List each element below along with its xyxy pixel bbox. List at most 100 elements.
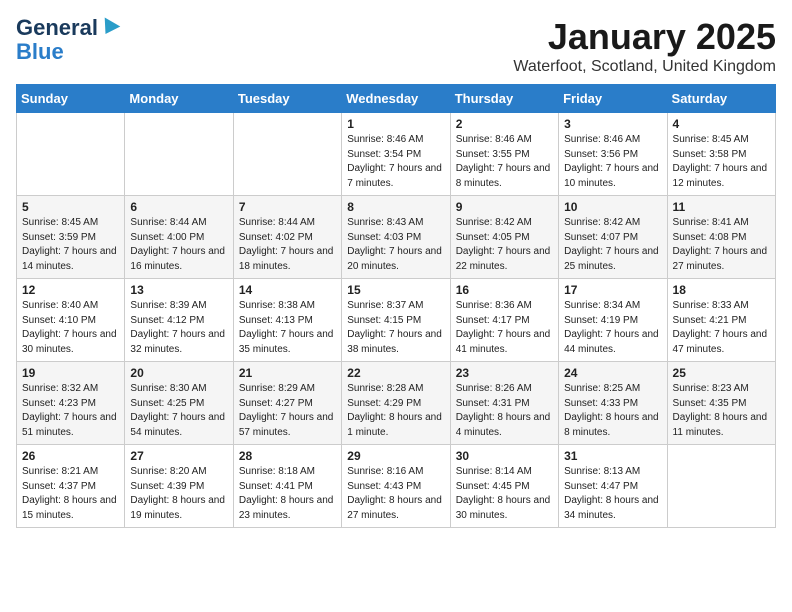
day-number: 26 (22, 449, 119, 463)
calendar-body: 1 Sunrise: 8:46 AMSunset: 3:54 PMDayligh… (17, 113, 776, 528)
calendar-cell: 18 Sunrise: 8:33 AMSunset: 4:21 PMDaylig… (667, 279, 775, 362)
calendar-week-row: 26 Sunrise: 8:21 AMSunset: 4:37 PMDaylig… (17, 445, 776, 528)
calendar-cell: 11 Sunrise: 8:41 AMSunset: 4:08 PMDaylig… (667, 196, 775, 279)
day-header: Friday (559, 85, 667, 113)
day-info: Sunrise: 8:16 AMSunset: 4:43 PMDaylight:… (347, 465, 444, 523)
day-info: Sunrise: 8:44 AMSunset: 4:00 PMDaylight:… (130, 216, 227, 274)
day-info: Sunrise: 8:38 AMSunset: 4:13 PMDaylight:… (239, 299, 336, 357)
calendar-cell: 21 Sunrise: 8:29 AMSunset: 4:27 PMDaylig… (233, 362, 341, 445)
logo-text-blue: Blue (16, 40, 64, 64)
calendar-cell: 16 Sunrise: 8:36 AMSunset: 4:17 PMDaylig… (450, 279, 558, 362)
day-info: Sunrise: 8:46 AMSunset: 3:55 PMDaylight:… (456, 133, 553, 191)
day-number: 19 (22, 366, 119, 380)
calendar-cell: 4 Sunrise: 8:45 AMSunset: 3:58 PMDayligh… (667, 113, 775, 196)
calendar-cell: 3 Sunrise: 8:46 AMSunset: 3:56 PMDayligh… (559, 113, 667, 196)
day-info: Sunrise: 8:33 AMSunset: 4:21 PMDaylight:… (673, 299, 770, 357)
day-header: Saturday (667, 85, 775, 113)
calendar-header-row: SundayMondayTuesdayWednesdayThursdayFrid… (17, 85, 776, 113)
day-header: Monday (125, 85, 233, 113)
day-number: 2 (456, 117, 553, 131)
day-info: Sunrise: 8:45 AMSunset: 3:58 PMDaylight:… (673, 133, 770, 191)
day-number: 17 (564, 283, 661, 297)
logo: General Blue (16, 16, 118, 64)
day-number: 24 (564, 366, 661, 380)
day-number: 20 (130, 366, 227, 380)
day-number: 4 (673, 117, 770, 131)
day-number: 13 (130, 283, 227, 297)
day-header: Tuesday (233, 85, 341, 113)
calendar-cell: 1 Sunrise: 8:46 AMSunset: 3:54 PMDayligh… (342, 113, 450, 196)
day-info: Sunrise: 8:42 AMSunset: 4:05 PMDaylight:… (456, 216, 553, 274)
calendar-cell: 19 Sunrise: 8:32 AMSunset: 4:23 PMDaylig… (17, 362, 125, 445)
day-info: Sunrise: 8:34 AMSunset: 4:19 PMDaylight:… (564, 299, 661, 357)
logo-text: General (16, 16, 98, 40)
day-number: 10 (564, 200, 661, 214)
calendar-cell: 22 Sunrise: 8:28 AMSunset: 4:29 PMDaylig… (342, 362, 450, 445)
calendar-week-row: 19 Sunrise: 8:32 AMSunset: 4:23 PMDaylig… (17, 362, 776, 445)
calendar-cell (233, 113, 341, 196)
day-info: Sunrise: 8:26 AMSunset: 4:31 PMDaylight:… (456, 382, 553, 440)
day-info: Sunrise: 8:46 AMSunset: 3:54 PMDaylight:… (347, 133, 444, 191)
day-info: Sunrise: 8:14 AMSunset: 4:45 PMDaylight:… (456, 465, 553, 523)
calendar-cell: 12 Sunrise: 8:40 AMSunset: 4:10 PMDaylig… (17, 279, 125, 362)
calendar-cell: 10 Sunrise: 8:42 AMSunset: 4:07 PMDaylig… (559, 196, 667, 279)
day-number: 15 (347, 283, 444, 297)
day-number: 8 (347, 200, 444, 214)
calendar-week-row: 5 Sunrise: 8:45 AMSunset: 3:59 PMDayligh… (17, 196, 776, 279)
day-info: Sunrise: 8:21 AMSunset: 4:37 PMDaylight:… (22, 465, 119, 523)
calendar-cell: 13 Sunrise: 8:39 AMSunset: 4:12 PMDaylig… (125, 279, 233, 362)
day-info: Sunrise: 8:20 AMSunset: 4:39 PMDaylight:… (130, 465, 227, 523)
day-header: Wednesday (342, 85, 450, 113)
day-number: 12 (22, 283, 119, 297)
day-info: Sunrise: 8:23 AMSunset: 4:35 PMDaylight:… (673, 382, 770, 440)
calendar-cell: 31 Sunrise: 8:13 AMSunset: 4:47 PMDaylig… (559, 445, 667, 528)
calendar-week-row: 12 Sunrise: 8:40 AMSunset: 4:10 PMDaylig… (17, 279, 776, 362)
day-info: Sunrise: 8:40 AMSunset: 4:10 PMDaylight:… (22, 299, 119, 357)
day-number: 29 (347, 449, 444, 463)
day-number: 28 (239, 449, 336, 463)
day-info: Sunrise: 8:39 AMSunset: 4:12 PMDaylight:… (130, 299, 227, 357)
day-info: Sunrise: 8:44 AMSunset: 4:02 PMDaylight:… (239, 216, 336, 274)
calendar-cell: 7 Sunrise: 8:44 AMSunset: 4:02 PMDayligh… (233, 196, 341, 279)
day-header: Thursday (450, 85, 558, 113)
day-number: 1 (347, 117, 444, 131)
day-header: Sunday (17, 85, 125, 113)
day-number: 3 (564, 117, 661, 131)
calendar-cell: 15 Sunrise: 8:37 AMSunset: 4:15 PMDaylig… (342, 279, 450, 362)
day-info: Sunrise: 8:46 AMSunset: 3:56 PMDaylight:… (564, 133, 661, 191)
calendar-cell: 17 Sunrise: 8:34 AMSunset: 4:19 PMDaylig… (559, 279, 667, 362)
month-title: January 2025 (513, 16, 776, 58)
day-info: Sunrise: 8:42 AMSunset: 4:07 PMDaylight:… (564, 216, 661, 274)
day-info: Sunrise: 8:29 AMSunset: 4:27 PMDaylight:… (239, 382, 336, 440)
day-number: 6 (130, 200, 227, 214)
calendar-cell: 28 Sunrise: 8:18 AMSunset: 4:41 PMDaylig… (233, 445, 341, 528)
day-number: 5 (22, 200, 119, 214)
day-info: Sunrise: 8:25 AMSunset: 4:33 PMDaylight:… (564, 382, 661, 440)
day-number: 14 (239, 283, 336, 297)
day-number: 22 (347, 366, 444, 380)
day-info: Sunrise: 8:37 AMSunset: 4:15 PMDaylight:… (347, 299, 444, 357)
location: Waterfoot, Scotland, United Kingdom (513, 58, 776, 76)
day-number: 27 (130, 449, 227, 463)
day-info: Sunrise: 8:41 AMSunset: 4:08 PMDaylight:… (673, 216, 770, 274)
calendar-cell: 14 Sunrise: 8:38 AMSunset: 4:13 PMDaylig… (233, 279, 341, 362)
day-number: 23 (456, 366, 553, 380)
calendar-cell: 23 Sunrise: 8:26 AMSunset: 4:31 PMDaylig… (450, 362, 558, 445)
day-number: 18 (673, 283, 770, 297)
day-number: 21 (239, 366, 336, 380)
calendar-cell (125, 113, 233, 196)
day-info: Sunrise: 8:36 AMSunset: 4:17 PMDaylight:… (456, 299, 553, 357)
day-number: 16 (456, 283, 553, 297)
calendar-cell: 5 Sunrise: 8:45 AMSunset: 3:59 PMDayligh… (17, 196, 125, 279)
calendar-cell: 25 Sunrise: 8:23 AMSunset: 4:35 PMDaylig… (667, 362, 775, 445)
calendar-cell: 6 Sunrise: 8:44 AMSunset: 4:00 PMDayligh… (125, 196, 233, 279)
calendar-cell: 27 Sunrise: 8:20 AMSunset: 4:39 PMDaylig… (125, 445, 233, 528)
day-number: 31 (564, 449, 661, 463)
page-header: General Blue January 2025 Waterfoot, Sco… (16, 16, 776, 76)
calendar-cell (667, 445, 775, 528)
calendar-week-row: 1 Sunrise: 8:46 AMSunset: 3:54 PMDayligh… (17, 113, 776, 196)
day-info: Sunrise: 8:32 AMSunset: 4:23 PMDaylight:… (22, 382, 119, 440)
day-number: 30 (456, 449, 553, 463)
title-block: January 2025 Waterfoot, Scotland, United… (513, 16, 776, 76)
calendar-cell: 29 Sunrise: 8:16 AMSunset: 4:43 PMDaylig… (342, 445, 450, 528)
